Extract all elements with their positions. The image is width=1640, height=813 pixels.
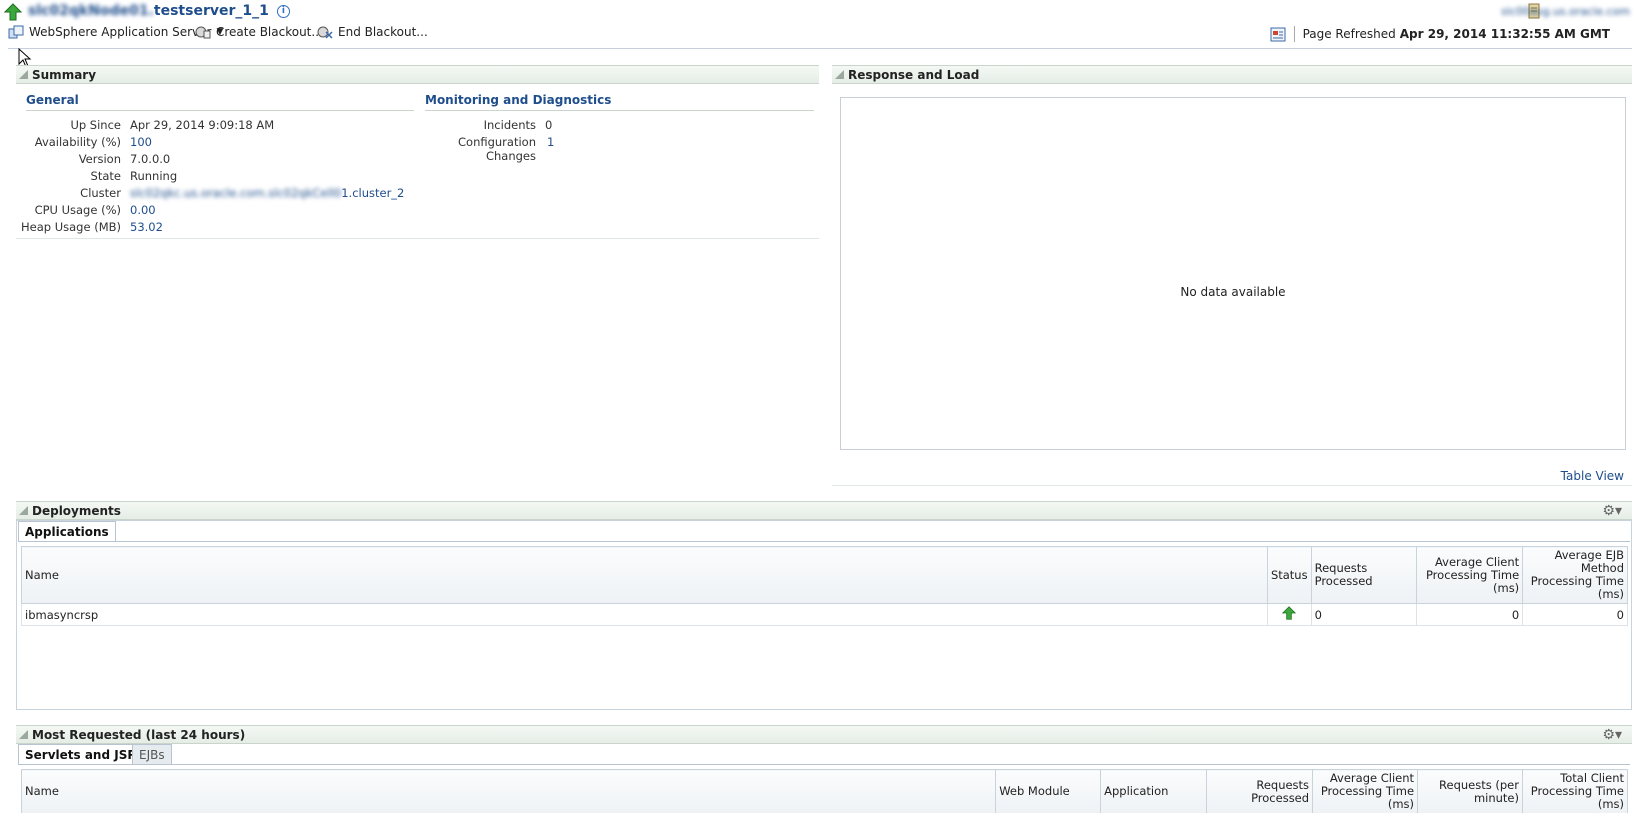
config-changes-link[interactable]: 1 [547,135,554,149]
tab-applications[interactable]: Applications [18,521,116,541]
availability-link[interactable]: 100 [130,135,152,149]
target-icon [8,25,24,39]
refresh-icon[interactable] [1270,27,1286,42]
collapse-icon[interactable] [835,70,844,79]
incidents-value: 0 [545,118,553,132]
toolbar-divider [8,48,1632,49]
gear-icon[interactable]: ⚙▾ [1602,503,1622,519]
page-refreshed-value: Apr 29, 2014 11:32:55 AM GMT [1399,27,1610,41]
up-since-label: Up Since [70,118,121,132]
create-blackout-label: Create Blackout... [216,25,323,39]
page-refreshed-label: Page Refreshed [1302,27,1396,41]
no-data-message: No data available [1180,285,1286,299]
host-link[interactable]: slc00asg.us.oracle.com [1501,5,1630,18]
page-title-suffix: testserver_1_1 [153,3,269,19]
cell-avg-ejb: 0 [1522,603,1628,626]
collapse-icon[interactable] [19,730,28,739]
status-up-icon [1282,606,1297,620]
availability-label: Availability (%) [34,135,121,149]
heap-usage-label: Heap Usage (MB) [21,220,121,234]
cluster-label: Cluster [80,186,121,200]
config-changes-label: Configuration Changes [458,135,536,163]
status-up-icon [4,3,22,21]
page-title-blurred: slc02qkNode01. [28,3,154,19]
cpu-usage-link[interactable]: 0.00 [130,203,156,217]
tab-underline [18,764,1630,765]
target-menu-button[interactable]: WebSphere Application Server ▼ [8,25,223,39]
general-heading: General [26,93,414,111]
table-row[interactable]: ibmasyncrsp 0 0 0 [21,603,1628,626]
incidents-label: Incidents [483,118,536,132]
collapse-icon[interactable] [19,506,28,515]
monitoring-heading: Monitoring and Diagnostics [425,93,814,111]
deployments-title: Deployments [32,503,121,518]
end-blackout-button[interactable]: End Blackout... [317,25,428,39]
col-application[interactable]: Application [1100,769,1208,813]
col-requests-per-minute[interactable]: Requests (per minute) [1417,769,1523,813]
response-chart-area [840,97,1626,450]
cluster-blurred: slc02qkc.us.oracle.com.slc02qkCell0 [130,186,342,200]
most-requested-title: Most Requested (last 24 hours) [32,727,246,742]
create-blackout-button[interactable]: Create Blackout... [195,25,323,39]
info-icon[interactable]: i [276,4,290,18]
col-web-module[interactable]: Web Module [995,769,1102,813]
gear-icon[interactable]: ⚙▾ [1602,727,1622,743]
response-load-title: Response and Load [848,67,980,82]
toolbar-separator [1293,26,1295,42]
col-requests[interactable]: Requests Processed [1310,546,1418,604]
tab-ejbs[interactable]: EJBs [132,744,172,764]
page-title: slc02qkNode01. testserver_1_1 i [28,3,290,19]
tab-underline [18,541,1630,542]
heap-usage-link[interactable]: 53.02 [130,220,163,234]
col-avg-client[interactable]: Average Client Processing Time (ms) [1416,546,1524,604]
col-status[interactable]: Status [1266,546,1312,604]
page-refreshed: Page Refreshed Apr 29, 2014 11:32:55 AM … [1270,26,1610,42]
end-blackout-label: End Blackout... [338,25,428,39]
summary-header[interactable]: Summary [16,65,819,84]
applications-table: Name Status Requests Processed Average C… [21,546,1628,626]
col-name[interactable]: Name [21,546,1268,604]
summary-divider [16,238,819,239]
blackout-icon [195,26,211,39]
response-load-header[interactable]: Response and Load [832,65,1632,84]
col-requests-processed[interactable]: Requests Processed [1206,769,1314,813]
cell-requests: 0 [1310,603,1418,626]
state-value: Running [130,169,178,183]
cpu-usage-label: CPU Usage (%) [34,203,121,217]
cluster-suffix: 1.cluster_2 [341,186,405,200]
summary-title: Summary [32,67,97,82]
collapse-icon[interactable] [19,70,28,79]
response-divider [832,485,1632,486]
cell-name: ibmasyncrsp [21,603,1268,626]
cell-status [1266,603,1312,626]
most-requested-header[interactable]: Most Requested (last 24 hours) ⚙▾ [16,725,1632,744]
target-menu-label: WebSphere Application Server [29,25,212,39]
col-avg-ejb[interactable]: Average EJB Method Processing Time (ms) [1522,546,1628,604]
col-avg-client[interactable]: Average Client Processing Time (ms) [1312,769,1419,813]
cluster-link[interactable]: slc02qkc.us.oracle.com.slc02qkCell01.clu… [130,186,404,200]
state-label: State [90,169,121,183]
up-since-value: Apr 29, 2014 9:09:18 AM [130,118,275,132]
col-total-client[interactable]: Total Client Processing Time (ms) [1521,769,1629,813]
table-view-link[interactable]: Table View [1561,469,1624,483]
col-name[interactable]: Name [20,769,997,813]
version-value: 7.0.0.0 [130,152,171,166]
version-label: Version [78,152,121,166]
deployments-header[interactable]: Deployments ⚙▾ [16,501,1632,520]
most-requested-table: Name Web Module Application Requests Pro… [20,769,1629,813]
tab-servlets-jsps[interactable]: Servlets and JSPs [18,744,151,764]
end-blackout-icon [317,26,333,39]
cell-avg-client: 0 [1416,603,1524,626]
